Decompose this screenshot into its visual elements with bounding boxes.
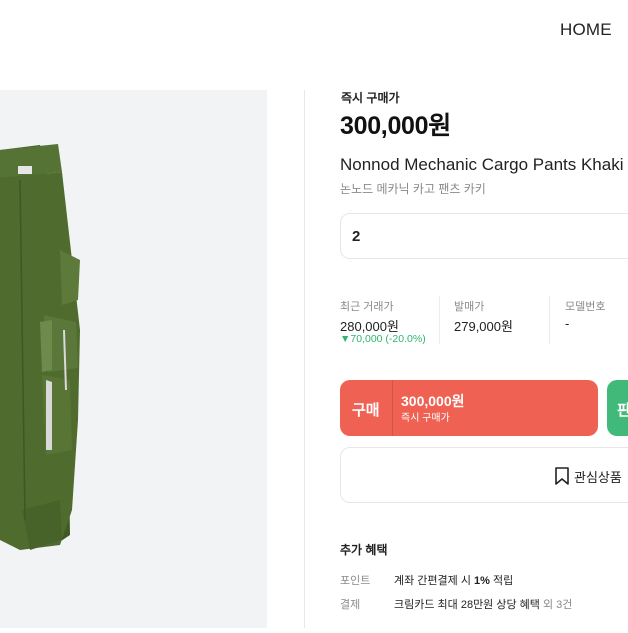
size-value: 2 xyxy=(352,228,361,245)
buy-button-label: 구매 xyxy=(352,402,380,419)
point-benefit: 계좌 간편결제 시 1% 적립 xyxy=(394,572,513,588)
point-benefit-prefix: 계좌 간편결제 시 xyxy=(394,575,475,587)
waist-tag xyxy=(18,166,32,174)
point-benefit-rate: 1% xyxy=(474,575,490,587)
stat-divider xyxy=(549,296,550,344)
release-price-label: 발매가 xyxy=(454,301,485,313)
home-link[interactable]: HOME xyxy=(560,20,612,40)
model-number-label: 모델번호 xyxy=(565,301,606,313)
price-change: ▼70,000 (-20.0%) xyxy=(340,333,426,345)
sell-button-label: 판 xyxy=(617,402,628,419)
buy-button-price: 300,000원 xyxy=(401,393,465,409)
cargo-pants-illustration xyxy=(0,144,80,550)
stat-divider xyxy=(439,296,440,344)
bookmark-icon xyxy=(555,467,569,485)
benefits-title: 추가 혜택 xyxy=(340,543,388,557)
model-number-value: - xyxy=(565,316,570,331)
wishlist-label: 관심상품 xyxy=(574,470,622,485)
payment-benefit-text: 크림카드 최대 28만원 상당 혜택 xyxy=(394,599,540,611)
payment-benefit-more: 외 3건 xyxy=(539,599,573,611)
column-divider xyxy=(304,90,305,628)
product-name-en: Nonnod Mechanic Cargo Pants Khaki xyxy=(340,155,624,174)
instant-price: 300,000원 xyxy=(340,112,451,140)
point-benefit-suffix: 적립 xyxy=(489,575,514,587)
size-selector[interactable] xyxy=(340,213,628,259)
product-image xyxy=(0,90,267,628)
buy-button-sublabel: 즉시 구매가 xyxy=(401,413,450,424)
instant-price-label: 즉시 구매가 xyxy=(341,91,400,105)
payment-key: 결제 xyxy=(340,599,361,611)
release-price-value: 279,000원 xyxy=(454,319,513,334)
point-key: 포인트 xyxy=(340,575,371,587)
payment-benefit[interactable]: 크림카드 최대 28만원 상당 혜택 외 3건 xyxy=(394,596,572,612)
recent-price-label: 최근 거래가 xyxy=(340,301,394,313)
product-name-ko: 논노드 메카닉 카고 팬츠 카키 xyxy=(340,182,486,196)
buy-button-divider xyxy=(392,380,393,436)
